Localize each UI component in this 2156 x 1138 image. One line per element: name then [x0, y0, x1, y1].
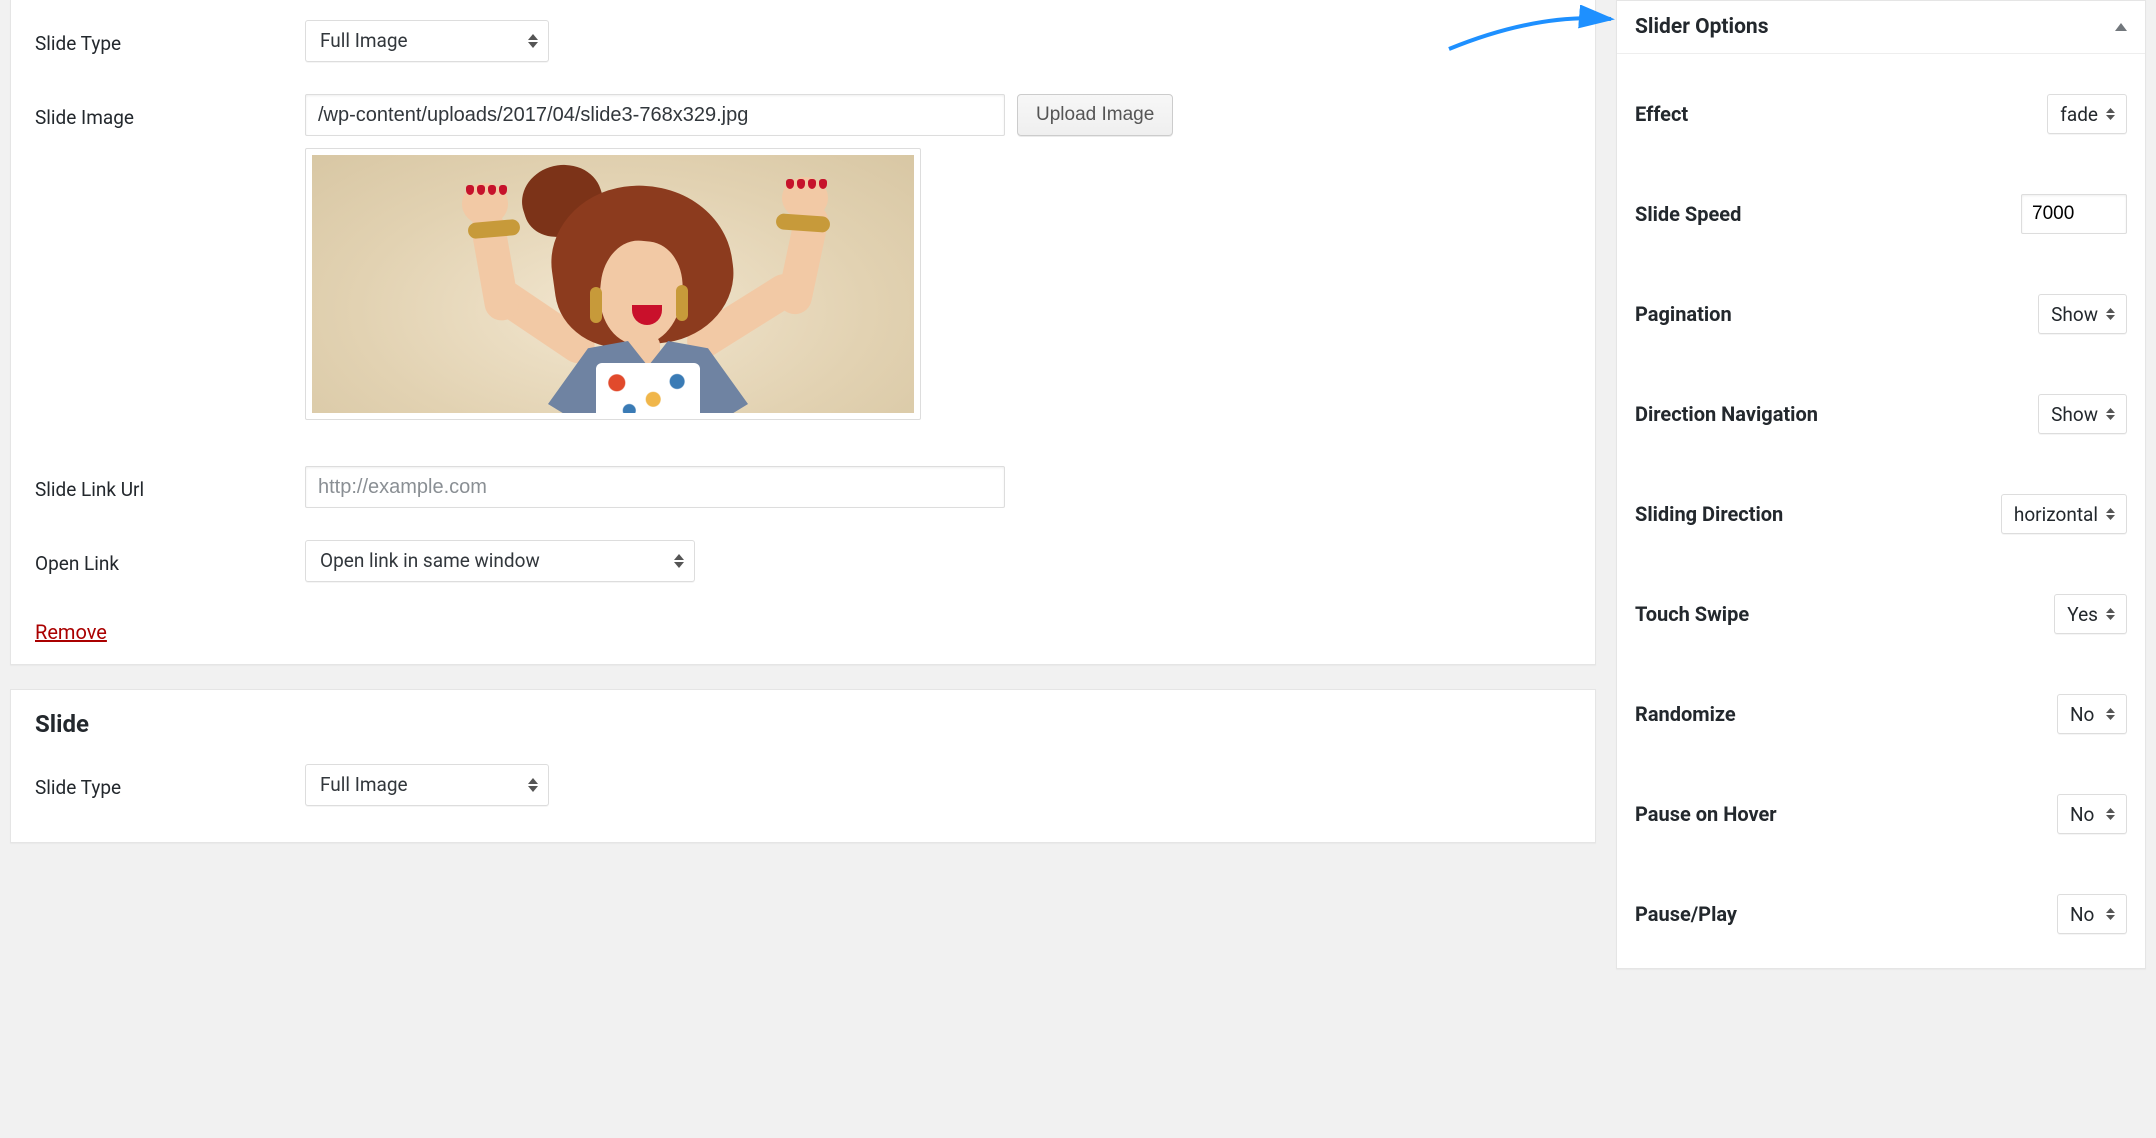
label-sliding-direction: Sliding Direction [1635, 502, 1783, 526]
collapse-icon [2115, 20, 2127, 35]
slide-box: Slide Slide Type Full Image [10, 689, 1596, 843]
slide-type-select[interactable]: Full Image [305, 764, 549, 806]
touch-swipe-select[interactable]: Yes [2054, 594, 2127, 634]
pause-on-hover-select[interactable]: No [2057, 794, 2127, 834]
label-slide-type: Slide Type [35, 764, 305, 799]
slide-image-preview [312, 155, 914, 413]
upload-image-button[interactable]: Upload Image [1017, 94, 1173, 136]
label-slide-type: Slide Type [35, 20, 305, 55]
option-pause-play: Pause/Play No [1635, 864, 2127, 964]
select-arrows-icon [2106, 105, 2118, 123]
select-arrows-icon [2106, 905, 2118, 923]
select-arrows-icon [528, 776, 540, 794]
select-arrows-icon [528, 32, 540, 50]
direction-navigation-select[interactable]: Show [2038, 394, 2127, 434]
option-touch-swipe: Touch Swipe Yes [1635, 564, 2127, 664]
option-pagination: Pagination Show [1635, 264, 2127, 364]
label-slide-link: Slide Link Url [35, 466, 305, 501]
row-slide-image: Slide Image Upload Image [35, 94, 1571, 420]
slide-speed-input[interactable] [2021, 194, 2127, 234]
label-slide-speed: Slide Speed [1635, 202, 1741, 226]
option-effect: Effect fade [1635, 64, 2127, 164]
panel-title: Slider Options [1635, 15, 1769, 39]
slide-image-preview-frame [305, 148, 921, 420]
label-direction-navigation: Direction Navigation [1635, 402, 1818, 426]
label-pause-on-hover: Pause on Hover [1635, 802, 1777, 826]
slider-options-panel: Slider Options Effect fade Slide Speed [1616, 0, 2146, 969]
select-arrows-icon [2106, 505, 2118, 523]
slide-heading: Slide [35, 710, 1571, 738]
randomize-select[interactable]: No [2057, 694, 2127, 734]
row-slide-type: Slide Type Full Image [35, 764, 1571, 806]
panel-header[interactable]: Slider Options [1617, 1, 2145, 54]
effect-select[interactable]: fade [2047, 94, 2127, 134]
select-arrows-icon [2106, 305, 2118, 323]
label-slide-image: Slide Image [35, 94, 305, 129]
label-randomize: Randomize [1635, 702, 1736, 726]
label-pause-play: Pause/Play [1635, 902, 1737, 926]
label-touch-swipe: Touch Swipe [1635, 602, 1749, 626]
row-open-link: Open Link Open link in same window [35, 540, 1571, 582]
option-slide-speed: Slide Speed [1635, 164, 2127, 264]
label-pagination: Pagination [1635, 302, 1732, 326]
slide-box: Slide Type Full Image Slide Image [10, 0, 1596, 665]
slide-type-select[interactable]: Full Image [305, 20, 549, 62]
sliding-direction-select[interactable]: horizontal [2001, 494, 2127, 534]
option-direction-navigation: Direction Navigation Show [1635, 364, 2127, 464]
pagination-select[interactable]: Show [2038, 294, 2127, 334]
label-effect: Effect [1635, 102, 1688, 126]
row-slide-type: Slide Type Full Image [35, 20, 1571, 62]
pause-play-select[interactable]: No [2057, 894, 2127, 934]
remove-slide-link[interactable]: Remove [35, 620, 107, 644]
open-link-select[interactable]: Open link in same window [305, 540, 695, 582]
option-randomize: Randomize No [1635, 664, 2127, 764]
select-arrows-icon [2106, 705, 2118, 723]
select-arrows-icon [2106, 805, 2118, 823]
select-arrows-icon [674, 552, 686, 570]
row-slide-link: Slide Link Url [35, 466, 1571, 508]
option-pause-on-hover: Pause on Hover No [1635, 764, 2127, 864]
label-open-link: Open Link [35, 540, 305, 575]
select-arrows-icon [2106, 405, 2118, 423]
slide-link-input[interactable] [305, 466, 1005, 508]
option-sliding-direction: Sliding Direction horizontal [1635, 464, 2127, 564]
slide-image-input[interactable] [305, 94, 1005, 136]
select-arrows-icon [2106, 605, 2118, 623]
